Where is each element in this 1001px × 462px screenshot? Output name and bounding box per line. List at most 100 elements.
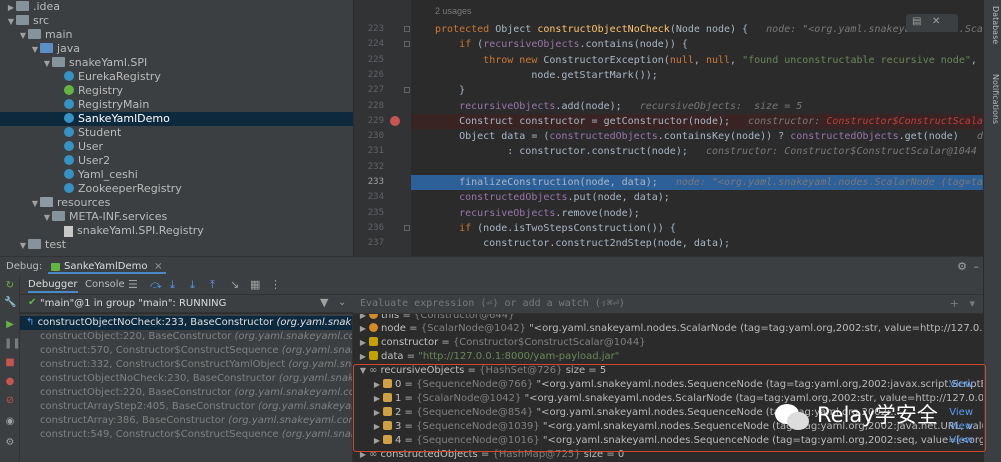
variable-child-row[interactable]: ▶ 0 = {SequenceNode@766} "<org.yaml.snake… [353,378,983,392]
close-tab-icon[interactable]: × [154,260,162,274]
code-line[interactable]: Object data = (constructedObjects.contai… [411,129,983,144]
stack-frame[interactable]: constructArrayStep2:405, BaseConstructor… [20,400,352,414]
tree-item[interactable]: Yaml_ceshi [0,168,353,182]
chevron-down-icon[interactable]: ⌄ [338,297,346,308]
view-link[interactable]: View [949,378,973,392]
tree-item[interactable]: Student [0,126,353,140]
line-number[interactable]: 232 [354,160,384,175]
stack-frame[interactable]: ↰ constructObjectNoCheck:233, BaseConstr… [20,316,352,330]
close-icon[interactable]: ✕ [932,16,940,27]
evaluate-bar[interactable]: Evaluate expression (⏎) or add a watch (… [353,295,983,314]
reader-mode-icon[interactable]: ▤ [912,16,921,27]
layout-icon[interactable]: ☰ [128,278,138,291]
thread-selector[interactable]: ✔ "main"@1 in group "main": RUNNING ▼ ⌄ [20,295,353,313]
fold-marker-icon[interactable] [404,224,410,231]
chevron-down-icon[interactable]: ▼ [30,197,40,211]
stack-frame[interactable]: construct:549, Constructor$ConstructSequ… [20,428,352,442]
line-number[interactable]: 231 [354,144,384,159]
filter-icon[interactable]: ▼ [320,296,328,309]
fold-marker-icon[interactable] [404,26,410,32]
tree-item[interactable]: SankeYamlDemo [0,112,353,126]
view-breakpoints-icon[interactable]: ● [4,376,16,388]
tree-item[interactable]: User2 [0,154,353,168]
execution-line[interactable]: finalizeConstruction(node, data); node: … [411,175,983,190]
editor-gutter[interactable]: 223 224 225 226 227 228 229 230 231 232 233 234 235 2… [353,0,411,256]
code-line[interactable]: constructor.construct2ndStep(node, data)… [411,236,983,251]
chevron-down-icon[interactable]: ▼ [30,43,40,57]
line-number[interactable]: 227 [354,83,384,98]
watch-menu-icon[interactable]: ▾ [969,297,975,310]
tree-item[interactable]: EurekaRegistry [0,70,353,84]
line-number[interactable]: 226 [354,68,384,83]
chevron-down-icon[interactable]: ▼ [18,29,28,43]
chevron-down-icon[interactable]: ▼ [357,364,369,378]
code-line[interactable]: Construct constructor = getConstructor(n… [411,113,983,129]
step-out-icon[interactable]: ⤒ [210,278,215,292]
tree-item[interactable]: Registry [0,84,353,98]
run-to-cursor-icon[interactable]: ↘ [230,278,239,291]
code-line[interactable]: } [411,83,983,98]
code-line[interactable]: constructedObjects.put(node, data); [411,190,983,205]
tab-console[interactable]: Console [85,279,125,290]
variable-row[interactable]: ▶ node = {ScalarNode@1042} "<org.yaml.sna… [353,322,983,336]
evaluate-icon[interactable]: ▦ [250,278,260,291]
line-number[interactable]: 237 [354,236,384,251]
step-into-icon[interactable]: ⤓ [170,278,175,292]
stop-icon[interactable]: ■ [4,357,16,369]
notifications-tab[interactable]: Notifications [986,74,1000,124]
minimize-icon[interactable]: – [974,260,980,273]
chevron-down-icon[interactable]: ▼ [6,15,16,29]
chevron-right-icon[interactable]: ▶ [371,378,383,392]
stack-frame[interactable]: constructObject:220, BaseConstructor (or… [20,386,352,400]
fold-marker-icon[interactable] [404,87,410,94]
view-link[interactable]: View [949,434,973,448]
chevron-right-icon[interactable]: ▶ [371,392,383,406]
settings-small-icon[interactable]: ⚙ [4,437,16,449]
line-number[interactable]: 224 [354,37,384,52]
tree-item[interactable]: ▼ java [0,42,353,56]
line-number[interactable]: 236 [354,221,384,236]
stack-frame[interactable]: construct:332, Constructor$ConstructYaml… [20,358,352,372]
debug-config-tab[interactable]: SankeYamlDemo × [48,260,166,274]
line-number[interactable]: 235 [354,206,384,221]
wrench-icon[interactable]: 🔧 [4,297,16,309]
rerun-icon[interactable]: ↻ [4,280,16,292]
chevron-right-icon[interactable]: ▶ [357,336,369,350]
settings-icon[interactable]: ⚙ [957,260,967,273]
code-line[interactable]: : constructor.construct(node); construct… [411,144,983,159]
tree-item[interactable]: ▼ resources [0,196,353,210]
editor-floating-toolbar[interactable]: ▤ ✕ [906,14,958,32]
resume-icon[interactable]: ▶ [4,319,16,331]
database-tab[interactable]: Database [986,6,1000,44]
variable-row[interactable]: ▶ constructor = {Constructor$ConstructSca… [353,336,983,350]
add-watch-icon[interactable]: + [950,297,959,310]
tree-item[interactable]: ▶ .idea [0,0,353,14]
line-number[interactable]: 230 [354,129,384,144]
variable-child-row[interactable]: ▶ 4 = {SequenceNode@1016} "<org.yaml.snak… [353,434,983,448]
chevron-down-icon[interactable]: ▼ [42,57,52,71]
tree-item[interactable]: RegistryMain [0,98,353,112]
chevron-right-icon[interactable]: ▶ [6,1,16,15]
step-over-icon[interactable]: ⤼ [150,278,162,292]
code-line[interactable]: recursiveObjects.add(node); recursiveObj… [411,99,983,114]
more-icon[interactable]: ⋮ [270,278,281,291]
tree-item[interactable]: User [0,140,353,154]
code-line[interactable]: recursiveObjects.remove(node); [411,206,983,221]
tree-item[interactable]: ▼ src [0,14,353,28]
tab-debugger[interactable]: Debugger [28,279,78,293]
chevron-right-icon[interactable]: ▶ [357,350,369,364]
tree-item[interactable]: snakeYaml.SPI.Registry [0,224,353,238]
fold-marker-icon[interactable] [404,41,410,48]
chevron-right-icon[interactable]: ▶ [371,420,383,434]
code-line[interactable]: if (recursiveObjects.contains(node)) { [411,37,983,52]
force-step-into-icon[interactable]: ⤓ [190,278,195,292]
chevron-right-icon[interactable]: ▶ [371,434,383,448]
line-number[interactable]: 234 [354,190,384,205]
code-editor[interactable]: 2 usages protected Object constructObjec… [411,0,983,256]
line-number[interactable]: 223 [354,22,384,37]
code-line[interactable] [411,160,983,175]
tree-item[interactable]: ▼ snakeYaml.SPI [0,56,353,70]
line-number[interactable]: 225 [354,53,384,68]
chevron-down-icon[interactable]: ▼ [42,211,52,225]
tree-item[interactable]: ZookeeperRegistry [0,182,353,196]
